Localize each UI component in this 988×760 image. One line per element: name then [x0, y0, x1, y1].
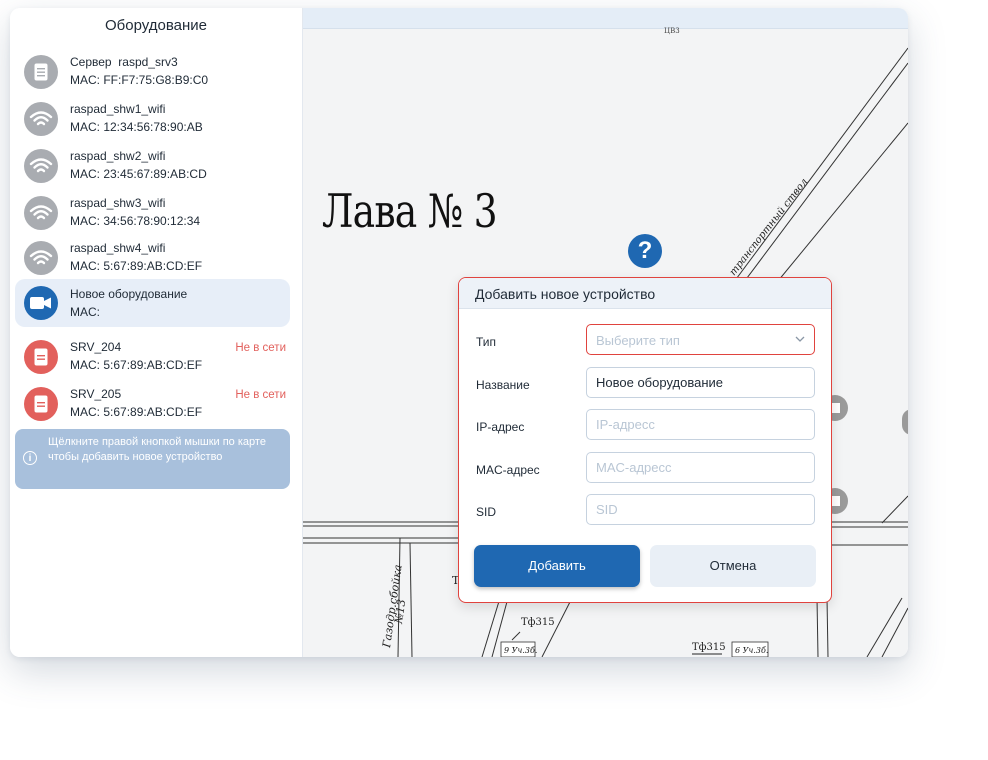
camera-icon	[24, 286, 58, 320]
device-name: Сервер raspd_srv3	[70, 55, 178, 69]
device-item-new-equipment[interactable]: Новое оборудование MAC:	[15, 279, 290, 327]
map-label-tf2: Тф315	[692, 642, 726, 653]
device-name: raspad_shw3_wifi	[70, 196, 166, 210]
wifi-icon	[24, 241, 58, 275]
cancel-button[interactable]: Отмена	[650, 545, 816, 587]
server-icon	[24, 340, 58, 374]
help-marker[interactable]: ?	[628, 234, 662, 268]
device-item-shw2-wifi[interactable]: raspad_shw2_wifi MAC: 23:45:67:89:AB:CD	[15, 144, 290, 190]
device-item-srv-205[interactable]: SRV_205 MAC: 5:67:89:AB:CD:EF Не в сети	[15, 382, 290, 428]
type-select-placeholder: Выберите тип	[596, 333, 680, 348]
type-label: Тип	[476, 335, 497, 349]
device-name: SRV_205	[70, 387, 122, 401]
device-item-raspd-srv3[interactable]: Сервер raspd_srv3 MAC: FF:F7:75:G8:B9:C0	[15, 50, 290, 96]
map-label-uch1: 9 Уч.3б.	[504, 646, 537, 655]
sid-field[interactable]	[586, 494, 815, 525]
device-mac: MAC: 12:34:56:78:90:AB	[70, 120, 203, 134]
status-badge-offline: Не в сети	[235, 389, 286, 401]
name-label: Название	[476, 378, 530, 392]
device-mac: MAC: 5:67:89:AB:CD:EF	[70, 405, 203, 419]
type-select[interactable]: Выберите тип	[586, 324, 815, 355]
mac-field[interactable]	[586, 452, 815, 483]
mac-input[interactable]	[587, 453, 815, 482]
device-mac: MAC:	[70, 305, 100, 319]
map-label-top: ЦВ3	[664, 27, 680, 35]
add-device-dialog: Добавить новое устройство Тип Выберите т…	[458, 277, 832, 603]
dialog-title: Добавить новое устройство	[475, 286, 656, 302]
device-item-shw3-wifi[interactable]: raspad_shw3_wifi MAC: 34:56:78:90:12:34	[15, 191, 290, 237]
device-name: raspad_shw1_wifi	[70, 102, 166, 116]
device-mac: MAC: 23:45:67:89:AB:CD	[70, 167, 207, 181]
wifi-icon	[24, 196, 58, 230]
device-name: SRV_204	[70, 340, 122, 354]
device-mac: MAC: 34:56:78:90:12:34	[70, 214, 201, 228]
add-button[interactable]: Добавить	[474, 545, 640, 587]
ip-field[interactable]	[586, 409, 815, 440]
wifi-icon	[24, 102, 58, 136]
device-name: raspad_shw2_wifi	[70, 149, 166, 163]
device-name: raspad_shw4_wifi	[70, 241, 166, 255]
map-label-uch2: 6 Уч.3б.	[735, 646, 768, 655]
name-field[interactable]	[586, 367, 815, 398]
chevron-down-icon	[795, 336, 805, 342]
device-mac: MAC: 5:67:89:AB:CD:EF	[70, 358, 203, 372]
map-label-tf1: Тф315	[521, 617, 555, 628]
wifi-icon	[24, 149, 58, 183]
mac-label: MAC-адрес	[476, 463, 540, 477]
device-mac: MAC: 5:67:89:AB:CD:EF	[70, 259, 203, 273]
device-item-shw1-wifi[interactable]: raspad_shw1_wifi MAC: 12:34:56:78:90:AB	[15, 97, 290, 143]
map-area-title: Лава № 3	[322, 184, 498, 238]
device-item-shw4-wifi[interactable]: raspad_shw4_wifi MAC: 5:67:89:AB:CD:EF	[15, 236, 290, 282]
dialog-header: Добавить новое устройство	[459, 278, 831, 309]
hint-text: Щёлкните правой кнопкой мышки по карте ч…	[48, 436, 266, 463]
server-icon	[24, 387, 58, 421]
sid-label: SID	[476, 505, 497, 519]
map-label-gas-number: №13	[392, 598, 408, 625]
device-mac: MAC: FF:F7:75:G8:B9:C0	[70, 73, 209, 87]
sid-input[interactable]	[587, 495, 815, 524]
app-window: Оборудование Сервер raspd_srv3 MAC: FF:F…	[10, 8, 908, 657]
sidebar-title: Оборудование	[104, 17, 208, 34]
ip-label: IP-адрес	[476, 420, 525, 434]
server-icon	[24, 55, 58, 89]
device-item-srv-204[interactable]: SRV_204 MAC: 5:67:89:AB:CD:EF Не в сети	[15, 335, 290, 381]
status-badge-offline: Не в сети	[235, 342, 286, 354]
ip-input[interactable]	[587, 410, 815, 439]
name-input[interactable]	[587, 368, 815, 397]
equipment-sidebar: Оборудование Сервер raspd_srv3 MAC: FF:F…	[10, 8, 303, 657]
map-label-shaft: транспортный ствол	[728, 176, 811, 277]
hint-panel: i Щёлкните правой кнопкой мышки по карте…	[15, 429, 290, 489]
info-icon: i	[23, 451, 37, 465]
device-name: Новое оборудование	[70, 287, 188, 301]
